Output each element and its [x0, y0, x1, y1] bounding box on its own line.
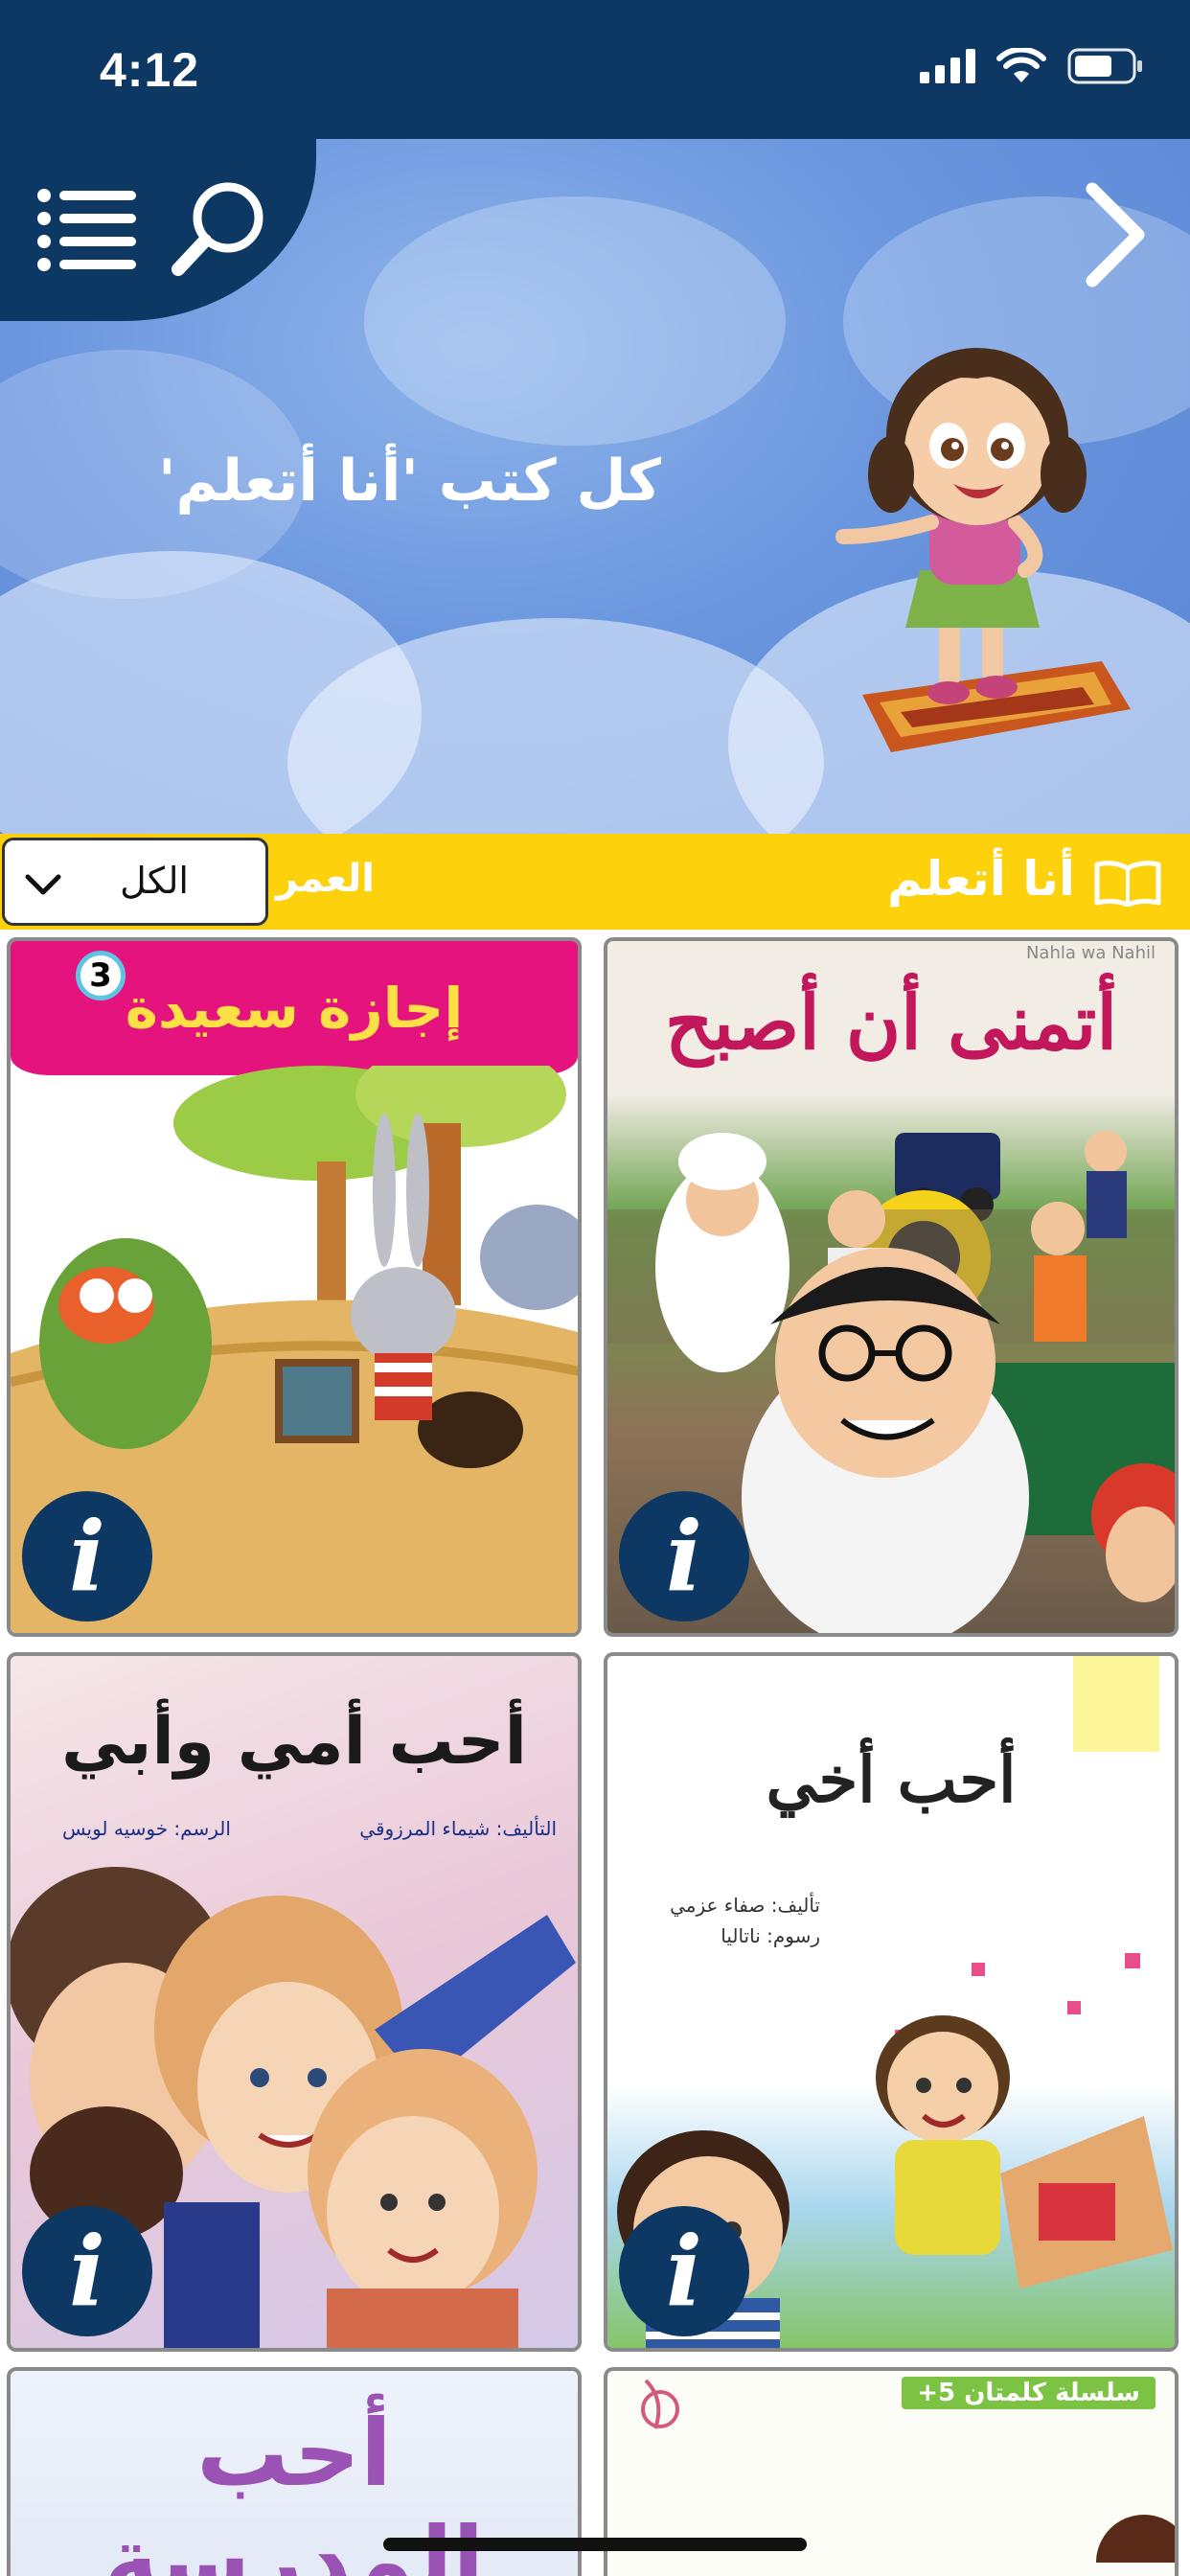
book-card[interactable]: أحب أخي تأليف: صفاء عزمي رسوم: ناتاليا i — [604, 1652, 1179, 2352]
series-tag — [1073, 1656, 1159, 1752]
author-text: تأليف: صفاء عزمي — [670, 1894, 820, 1917]
status-time: 4:12 — [100, 43, 200, 97]
hero-title: كل كتب 'أنا أتعلم' — [158, 448, 661, 515]
book-title: أحب أخي — [766, 1742, 1017, 1817]
author-text: التأليف: شيماء المرزوقي — [359, 1817, 557, 1840]
category-title: أنا أتعلم — [887, 851, 1075, 907]
info-icon: i — [666, 2215, 702, 2328]
book-title: أحب أمي وأبي — [61, 1704, 527, 1780]
book-title: أتمنى أن أصبح — [664, 979, 1118, 1067]
magnifier-icon[interactable] — [169, 175, 272, 279]
age-dropdown[interactable]: الكل — [2, 838, 268, 926]
home-indicator[interactable] — [383, 2538, 807, 2551]
battery-icon — [1067, 48, 1142, 84]
book-card[interactable]: 3 إجازة سعيدة i — [7, 937, 582, 1637]
book-card[interactable]: Nahla wa Nahil أتمنى أن أصبح i — [604, 937, 1179, 1637]
chevron-right-icon[interactable] — [1075, 177, 1152, 292]
app-screen: 4:12 كل كتب 'أنا أتعلم' أنا أتعلم العمر … — [0, 0, 1190, 2576]
illustrator-text: الرسم: خوسيه لويس — [62, 1817, 231, 1840]
status-icons — [920, 48, 1144, 84]
info-button[interactable]: i — [619, 1491, 749, 1622]
book-card[interactable]: أحب أمي وأبي التأليف: شيماء المرزوقي الر… — [7, 1652, 582, 2352]
info-button[interactable]: i — [22, 2206, 152, 2336]
open-book-icon — [1094, 861, 1161, 907]
cloud — [364, 196, 786, 446]
list-icon[interactable] — [34, 182, 138, 278]
info-icon: i — [69, 1500, 105, 1613]
wifi-icon — [996, 48, 1046, 82]
status-bar: 4:12 — [0, 0, 1190, 139]
category-filter-bar: أنا أتعلم العمر الكل — [0, 834, 1190, 930]
mascot-girl-illustration — [835, 348, 1131, 752]
cover-illustration — [641, 2379, 1175, 2563]
publisher-logo: Nahla wa Nahil — [1025, 943, 1156, 963]
age-label: العمر — [276, 857, 376, 901]
book-title: إجازة سعيدة — [125, 976, 464, 1041]
cellular-signal-icon — [920, 49, 975, 83]
hero-banner: كل كتب 'أنا أتعلم' — [0, 139, 1190, 834]
age-dropdown-value: الكل — [120, 860, 189, 902]
info-button[interactable]: i — [22, 1491, 152, 1622]
info-icon: i — [666, 1500, 702, 1613]
info-button[interactable]: i — [619, 2206, 749, 2336]
info-icon: i — [69, 2215, 105, 2328]
chevron-down-icon — [25, 874, 61, 895]
